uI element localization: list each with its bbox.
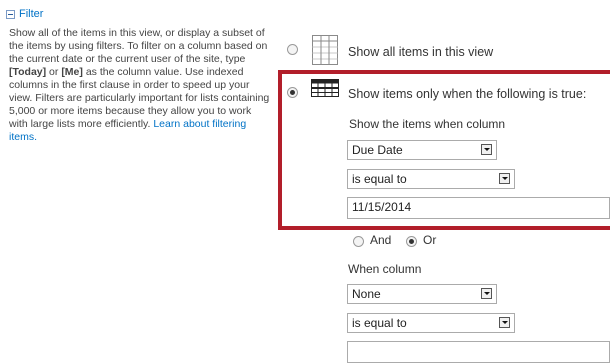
clause2-column-value: None bbox=[352, 287, 381, 301]
highlight-box bbox=[278, 70, 610, 230]
clause2-value-input[interactable] bbox=[347, 341, 610, 363]
description-or: or bbox=[46, 66, 62, 78]
clause2-column-select[interactable]: None bbox=[347, 284, 497, 304]
list-all-icon bbox=[312, 35, 338, 65]
filter-section-toggle[interactable]: Filter bbox=[6, 8, 43, 20]
show-all-label: Show all items in this view bbox=[348, 45, 494, 59]
or-label: Or bbox=[423, 233, 437, 247]
dropdown-arrow-icon bbox=[481, 288, 492, 299]
show-all-radio[interactable] bbox=[287, 44, 298, 55]
description-text-1: Show all of the items in this view, or d… bbox=[9, 27, 268, 65]
clause2-operator-select[interactable]: is equal to bbox=[347, 313, 515, 333]
dropdown-arrow-icon bbox=[499, 317, 510, 328]
filter-description: Show all of the items in this view, or d… bbox=[9, 27, 271, 144]
clause2-column-label: When column bbox=[348, 262, 422, 276]
or-radio[interactable] bbox=[406, 236, 417, 247]
clause2-operator-value: is equal to bbox=[352, 316, 407, 330]
filter-header-label: Filter bbox=[19, 8, 44, 20]
today-token: [Today] bbox=[9, 66, 47, 78]
and-radio[interactable] bbox=[353, 236, 364, 247]
and-label: And bbox=[370, 233, 392, 247]
me-token: [Me] bbox=[61, 66, 83, 78]
collapse-icon bbox=[6, 9, 15, 19]
